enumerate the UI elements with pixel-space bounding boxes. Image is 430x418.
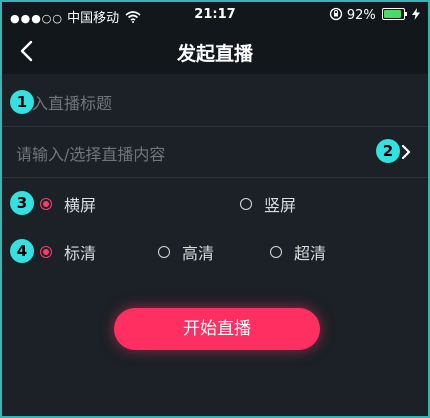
radio-icon[interactable] bbox=[158, 246, 170, 258]
option-label: 竖屏 bbox=[264, 196, 297, 215]
start-live-button[interactable]: 开始直播 bbox=[114, 308, 320, 350]
radio-icon[interactable] bbox=[40, 198, 52, 210]
quality-option-sd[interactable]: 标清 bbox=[40, 240, 96, 264]
orientation-option-landscape[interactable]: 横屏 bbox=[40, 192, 96, 216]
quality-options: 标清 高清 超清 bbox=[2, 230, 428, 270]
radio-icon[interactable] bbox=[270, 246, 282, 258]
content-placeholder: 请输入/选择直播内容 bbox=[16, 145, 166, 164]
nav-bar: 发起直播 bbox=[2, 28, 428, 74]
charging-icon bbox=[412, 8, 420, 20]
radio-icon[interactable] bbox=[40, 246, 52, 258]
chevron-right-icon[interactable] bbox=[400, 143, 412, 161]
battery-level bbox=[383, 10, 402, 18]
option-label: 标清 bbox=[64, 244, 97, 263]
radio-icon[interactable] bbox=[240, 198, 252, 210]
content-select-field[interactable]: 请输入/选择直播内容 bbox=[2, 126, 428, 178]
status-bar: ●●●○○ 中国移动 21:17 92% bbox=[2, 2, 428, 28]
battery-percent: 92% bbox=[346, 8, 376, 23]
badge-3: 3 bbox=[10, 191, 34, 215]
badge-2: 2 bbox=[376, 139, 400, 163]
battery-icon bbox=[381, 8, 407, 20]
quality-option-hd[interactable]: 高清 bbox=[158, 240, 214, 264]
orientation-option-portrait[interactable]: 竖屏 bbox=[240, 192, 296, 216]
orientation-options: 横屏 竖屏 bbox=[2, 182, 428, 222]
page-title: 发起直播 bbox=[176, 43, 253, 65]
quality-option-uhd[interactable]: 超清 bbox=[270, 240, 326, 264]
option-label: 高清 bbox=[182, 244, 215, 263]
screen: ●●●○○ 中国移动 21:17 92% 发起直播 输入直播标题 1 请输入/选… bbox=[0, 0, 430, 418]
title-input[interactable]: 输入直播标题 bbox=[2, 76, 428, 126]
badge-4: 4 bbox=[10, 239, 34, 263]
rotation-lock-icon bbox=[329, 7, 342, 21]
badge-1: 1 bbox=[10, 90, 34, 114]
option-label: 超清 bbox=[294, 244, 327, 263]
option-label: 横屏 bbox=[64, 196, 97, 215]
